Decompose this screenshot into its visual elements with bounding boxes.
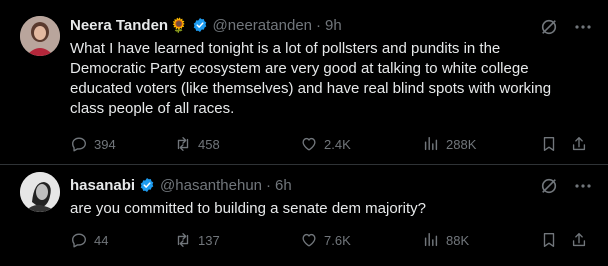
author-handle[interactable]: @neeratanden [213, 17, 312, 34]
reply-button[interactable]: 44 [70, 230, 108, 250]
share-button[interactable] [570, 134, 588, 154]
views-icon [424, 136, 438, 151]
grok-icon[interactable] [540, 177, 558, 195]
tweet-text: What I have learned tonight is a lot of … [70, 40, 552, 117]
avatar[interactable] [20, 16, 60, 56]
timestamp[interactable]: 9h [325, 17, 342, 34]
views-icon [424, 232, 438, 247]
tweet-header: Neera Tanden 🌻 @neeratanden · 9h [70, 15, 342, 35]
more-icon [575, 25, 591, 29]
views-button[interactable]: 88K [422, 230, 469, 250]
verified-badge-icon [140, 178, 154, 192]
tweet-header: hasanabi @hasanthehun · 6h [70, 175, 292, 195]
share-icon [572, 233, 586, 247]
views-count: 288K [446, 136, 477, 152]
reply-icon [72, 137, 86, 152]
sunflower-emoji: 🌻 [170, 16, 188, 33]
repost-count: 137 [198, 232, 220, 248]
author-handle[interactable]: @hasanthehun [160, 177, 262, 194]
grok-icon[interactable] [540, 18, 558, 36]
bookmark-icon [543, 233, 555, 247]
separator-dot: · [316, 16, 322, 34]
heart-icon [302, 233, 316, 247]
bookmark-button[interactable] [540, 134, 558, 154]
tweet[interactable]: Neera Tanden 🌻 @neeratanden · 9h What I … [0, 0, 608, 165]
like-count: 7.6K [324, 232, 351, 248]
tweet-text: are you committed to building a senate d… [70, 200, 427, 217]
author-name[interactable]: hasanabi [70, 177, 135, 194]
author-name[interactable]: Neera Tanden [70, 17, 168, 34]
reply-button[interactable]: 394 [70, 134, 116, 154]
share-icon [572, 137, 586, 151]
verified-badge-icon [193, 18, 206, 32]
views-count: 88K [446, 232, 470, 248]
tweet[interactable]: hasanabi @hasanthehun · 6h are you commi… [0, 164, 608, 266]
avatar[interactable] [20, 172, 60, 212]
more-options-button[interactable] [572, 175, 594, 197]
like-button[interactable]: 2.4K [300, 134, 351, 154]
avatar-image [20, 172, 60, 212]
reply-count: 394 [94, 136, 116, 152]
repost-icon [177, 233, 189, 247]
timestamp[interactable]: 6h [275, 177, 292, 194]
share-button[interactable] [570, 230, 588, 250]
separator-dot: · [266, 176, 272, 194]
like-button[interactable]: 7.6K [300, 230, 351, 250]
avatar-image [20, 16, 60, 56]
tweet-actions: 394 458 2.4K 288K [70, 134, 594, 154]
reply-count: 44 [94, 232, 109, 248]
bookmark-button[interactable] [540, 230, 558, 250]
bookmark-icon [543, 137, 555, 151]
more-icon [575, 184, 591, 188]
reply-icon [72, 233, 86, 248]
like-count: 2.4K [324, 136, 351, 152]
heart-icon [302, 137, 316, 151]
views-button[interactable]: 288K [422, 134, 476, 154]
repost-count: 458 [198, 136, 220, 152]
repost-button[interactable]: 458 [174, 134, 220, 154]
more-options-button[interactable] [572, 16, 594, 38]
repost-button[interactable]: 137 [174, 230, 220, 250]
tweet-actions: 44 137 7.6K 88K [70, 230, 594, 250]
repost-icon [177, 137, 189, 151]
